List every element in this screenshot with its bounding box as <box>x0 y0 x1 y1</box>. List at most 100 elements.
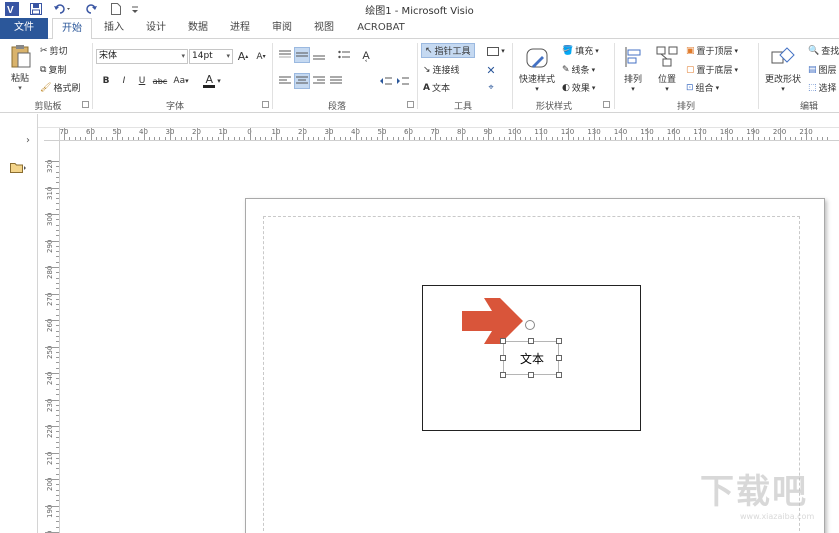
paste-button[interactable]: 粘贴 ▾ <box>6 43 34 93</box>
hruler-tick-mark <box>731 137 733 140</box>
hruler-tick-mark <box>758 137 760 140</box>
grow-font-button[interactable]: A ▴ <box>236 49 250 64</box>
vertical-ruler[interactable]: 320 310 300 290 280 270 260 250 240 230 220 210 200 1… <box>44 141 60 533</box>
hruler-tick-mark <box>488 128 489 140</box>
align-right-button[interactable] <box>311 73 327 89</box>
layers-button[interactable]: ▤ 图层 <box>808 63 837 77</box>
hruler-tick-mark <box>456 137 458 140</box>
hruler-tick-mark <box>382 128 383 140</box>
find-button[interactable]: 🔍 查找 <box>808 44 839 58</box>
paste-label: 粘贴 <box>10 74 29 84</box>
tab-review[interactable]: 审阅 <box>264 18 300 39</box>
decrease-indent-button[interactable] <box>378 73 394 89</box>
hruler-tick-mark <box>228 137 230 140</box>
position-button[interactable]: 位置 ▾ <box>652 43 682 95</box>
connector-button[interactable]: ↘ 连接线 <box>423 63 460 77</box>
hruler-tick-mark <box>482 137 484 140</box>
tab-file[interactable]: 文件 <box>0 18 48 39</box>
tab-acrobat[interactable]: ACROBAT <box>352 18 410 39</box>
vruler-tick-mark <box>56 182 59 184</box>
group-button[interactable]: ⊡ 组合 ▾ <box>686 81 719 95</box>
resize-handle-w[interactable] <box>500 355 506 361</box>
watermark-url: www.xiazaiba.com <box>740 512 815 521</box>
justify-button[interactable] <box>328 73 344 89</box>
quick-styles-button[interactable]: 快速样式 ▾ <box>515 43 559 95</box>
font-size-select[interactable]: 14pt ▾ <box>189 49 233 64</box>
shrink-font-button[interactable]: A ▾ <box>254 49 268 64</box>
align-top-button[interactable] <box>277 47 293 63</box>
font-launcher-icon[interactable] <box>262 101 269 108</box>
align-shapes-button[interactable]: 排列 ▾ <box>618 43 648 95</box>
hruler-tick-mark <box>567 128 569 140</box>
align-middle-button[interactable] <box>294 47 310 63</box>
tab-view[interactable]: 视图 <box>306 18 342 39</box>
copy-icon: ⧉ <box>40 64 47 75</box>
resize-handle-n[interactable] <box>528 338 534 344</box>
text-icon: A <box>423 82 430 93</box>
tab-insert[interactable]: 插入 <box>96 18 132 39</box>
tab-home[interactable]: 开始 <box>52 18 92 40</box>
rectangle-tool-button[interactable]: ▾ <box>484 44 508 58</box>
font-name-select[interactable]: 宋体 ▾ <box>96 49 188 64</box>
shapes-folder-icon[interactable] <box>10 161 26 176</box>
resize-handle-e[interactable] <box>556 355 562 361</box>
bold-button[interactable]: B <box>99 73 113 89</box>
paragraph-launcher-icon[interactable] <box>407 101 414 108</box>
select-button[interactable]: ⬚ 选择 <box>808 81 837 95</box>
effects-button[interactable]: ◐ 效果 ▾ <box>562 81 595 95</box>
tab-design[interactable]: 设计 <box>138 18 174 39</box>
clipboard-launcher-icon[interactable] <box>82 101 89 108</box>
hruler-tick-mark <box>191 137 193 140</box>
resize-handle-nw[interactable] <box>500 338 506 344</box>
hruler-tick-mark <box>657 137 659 140</box>
hruler-tick-mark <box>509 137 511 140</box>
increase-indent-button[interactable] <box>395 73 411 89</box>
rotate-handle-icon[interactable] <box>525 320 535 330</box>
right-arrow-shape[interactable] <box>462 297 524 345</box>
text-shape[interactable]: 文本 <box>503 341 559 375</box>
expand-shapes-chevron-icon[interactable]: › <box>26 135 30 146</box>
fill-button[interactable]: 🪣 填充 ▾ <box>562 44 599 58</box>
resize-handle-ne[interactable] <box>556 338 562 344</box>
align-center-button[interactable] <box>294 73 310 89</box>
resize-handle-sw[interactable] <box>500 372 506 378</box>
tab-data[interactable]: 数据 <box>180 18 216 39</box>
line-button[interactable]: ✎ 线条 ▾ <box>562 63 595 77</box>
resize-handle-se[interactable] <box>556 372 562 378</box>
format-painter-button[interactable]: 🖌 格式刷 <box>40 81 80 95</box>
strikethrough-button[interactable]: abc <box>151 73 169 89</box>
italic-button[interactable]: I <box>117 73 131 89</box>
justify-icon <box>330 76 342 84</box>
scissors-icon: ✂ <box>40 45 48 56</box>
bring-to-front-button[interactable]: ▣ 置于顶层 ▾ <box>686 44 738 58</box>
change-shape-button[interactable]: 更改形状 ▾ <box>761 43 805 95</box>
change-case-button[interactable]: Aa ▾ <box>170 73 192 89</box>
text-tool-button[interactable]: A 文本 <box>423 81 450 95</box>
connection-point-button[interactable]: ⌖ <box>484 81 498 95</box>
hruler-tick-mark <box>180 137 182 140</box>
hruler-tick-mark <box>350 137 352 140</box>
shape-styles-launcher-icon[interactable] <box>603 101 610 108</box>
align-bottom-button[interactable] <box>311 47 327 63</box>
hruler-tick-mark <box>212 137 214 140</box>
resize-handle-s[interactable] <box>528 372 534 378</box>
tab-process[interactable]: 进程 <box>222 18 258 39</box>
ribbon: 粘贴 ▾ ✂ 剪切 ⧉ 复制 🖌 格式刷 剪贴板 宋体 ▾ 14pt ▾ A ▴ A ▾… <box>0 39 839 113</box>
pointer-tool-button[interactable]: ↖ 指针工具 <box>421 43 475 58</box>
copy-button[interactable]: ⧉ 复制 <box>40 63 66 77</box>
bullets-button[interactable] <box>336 47 352 63</box>
underline-button[interactable]: U <box>135 73 149 89</box>
shapes-pane-collapsed: › <box>0 114 38 533</box>
cut-button[interactable]: ✂ 剪切 <box>40 44 68 58</box>
close-x-button[interactable]: ✕ <box>484 63 498 77</box>
text-size-icon-button[interactable]: A͔ <box>358 47 374 63</box>
send-to-back-button[interactable]: ▢ 置于底层 ▾ <box>686 63 738 77</box>
align-left-button[interactable] <box>277 73 293 89</box>
hruler-tick-mark <box>238 137 240 140</box>
hruler-tick-mark <box>710 137 712 140</box>
font-color-button[interactable]: A ▾ <box>200 72 224 90</box>
hruler-tick-mark <box>74 137 76 140</box>
horizontal-ruler[interactable]: 7060504030201001020304050607080901001101… <box>60 128 839 141</box>
vruler-tick-mark <box>56 282 59 284</box>
hruler-tick-mark <box>519 137 521 140</box>
